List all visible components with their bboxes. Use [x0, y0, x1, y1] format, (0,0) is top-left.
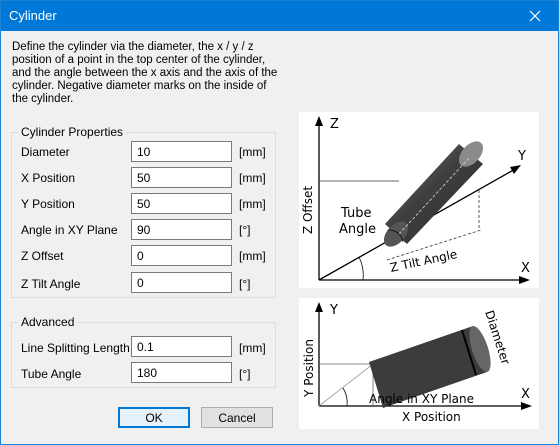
label-x-position: X Position [21, 171, 76, 185]
y-axis-label: Y [517, 149, 526, 164]
tube-angle-field[interactable]: 180 [131, 362, 232, 383]
z-axis-arrow [315, 116, 323, 126]
axis-direction-line [318, 363, 374, 407]
x-axis-arrow [521, 402, 532, 410]
tube-angle-label-2: Angle [339, 222, 376, 237]
angle-xy-label: Angle in XY Plane [369, 392, 474, 406]
label-angle-xy: Angle in XY Plane [21, 223, 118, 237]
close-icon [529, 10, 541, 22]
unit-tube-angle: [°] [239, 367, 251, 381]
z-offset-field[interactable]: 0 [131, 245, 232, 266]
z-tilt-arc [358, 256, 364, 281]
diagram-xy: Y X Y Position X Position Diameter Angle… [299, 298, 539, 429]
y-axis-label: Y [329, 303, 338, 318]
diagram-xy-svg: Y X Y Position X Position Diameter Angle… [302, 302, 532, 424]
unit-angle-xy: [°] [239, 223, 251, 237]
group-title: Advanced [18, 315, 78, 329]
x-axis-label: X [521, 261, 530, 276]
label-z-offset: Z Offset [21, 249, 64, 263]
description-text: Define the cylinder via the diameter, th… [12, 41, 278, 105]
diameter-field[interactable]: 10 [131, 141, 232, 162]
label-z-tilt: Z Tilt Angle [21, 277, 81, 291]
line-splitting-field[interactable]: 0.1 [131, 336, 232, 357]
unit-y-position: [mm] [239, 197, 266, 211]
x-position-field[interactable]: 50 [131, 167, 232, 188]
unit-diameter: [mm] [239, 145, 266, 159]
z-axis-label: Z [330, 117, 339, 132]
title-bar: Cylinder [1, 1, 558, 31]
x-axis-label: X [521, 387, 530, 402]
label-y-position: Y Position [21, 197, 75, 211]
group-title: Cylinder Properties [18, 125, 127, 139]
label-diameter: Diameter [21, 145, 70, 159]
diagram-3d: Z Y X Z Offset Tube Angle Z Tilt Angle [299, 112, 539, 288]
label-tube-angle: Tube Angle [21, 367, 82, 381]
unit-z-tilt: [°] [239, 277, 251, 291]
diagram-3d-svg: Z Y X Z Offset Tube Angle Z Tilt Angle [301, 116, 530, 284]
y-position-label: Y Position [302, 339, 316, 398]
unit-z-offset: [mm] [239, 249, 266, 263]
label-line-splitting: Line Splitting Length [21, 341, 130, 355]
z-offset-label: Z Offset [301, 186, 315, 234]
y-axis-arrow [510, 165, 521, 174]
angle-xy-arc [342, 387, 348, 407]
z-tilt-field[interactable]: 0 [131, 272, 232, 293]
y-axis-arrow [315, 302, 323, 312]
ok-button[interactable]: OK [118, 407, 190, 428]
y-position-field[interactable]: 50 [131, 193, 232, 214]
z-tilt-angle-label: Z Tilt Angle [389, 247, 459, 275]
cylinder-dialog: Cylinder Define the cylinder via the dia… [0, 0, 559, 445]
window-title: Cylinder [9, 8, 57, 23]
x-position-label: X Position [402, 410, 461, 424]
angle-xy-field[interactable]: 90 [131, 219, 232, 240]
unit-x-position: [mm] [239, 171, 266, 185]
unit-line-splitting: [mm] [239, 341, 266, 355]
cancel-button[interactable]: Cancel [201, 407, 273, 428]
x-axis-arrow [519, 276, 530, 284]
tube-angle-label-1: Tube [340, 206, 371, 221]
close-button[interactable] [512, 1, 558, 31]
